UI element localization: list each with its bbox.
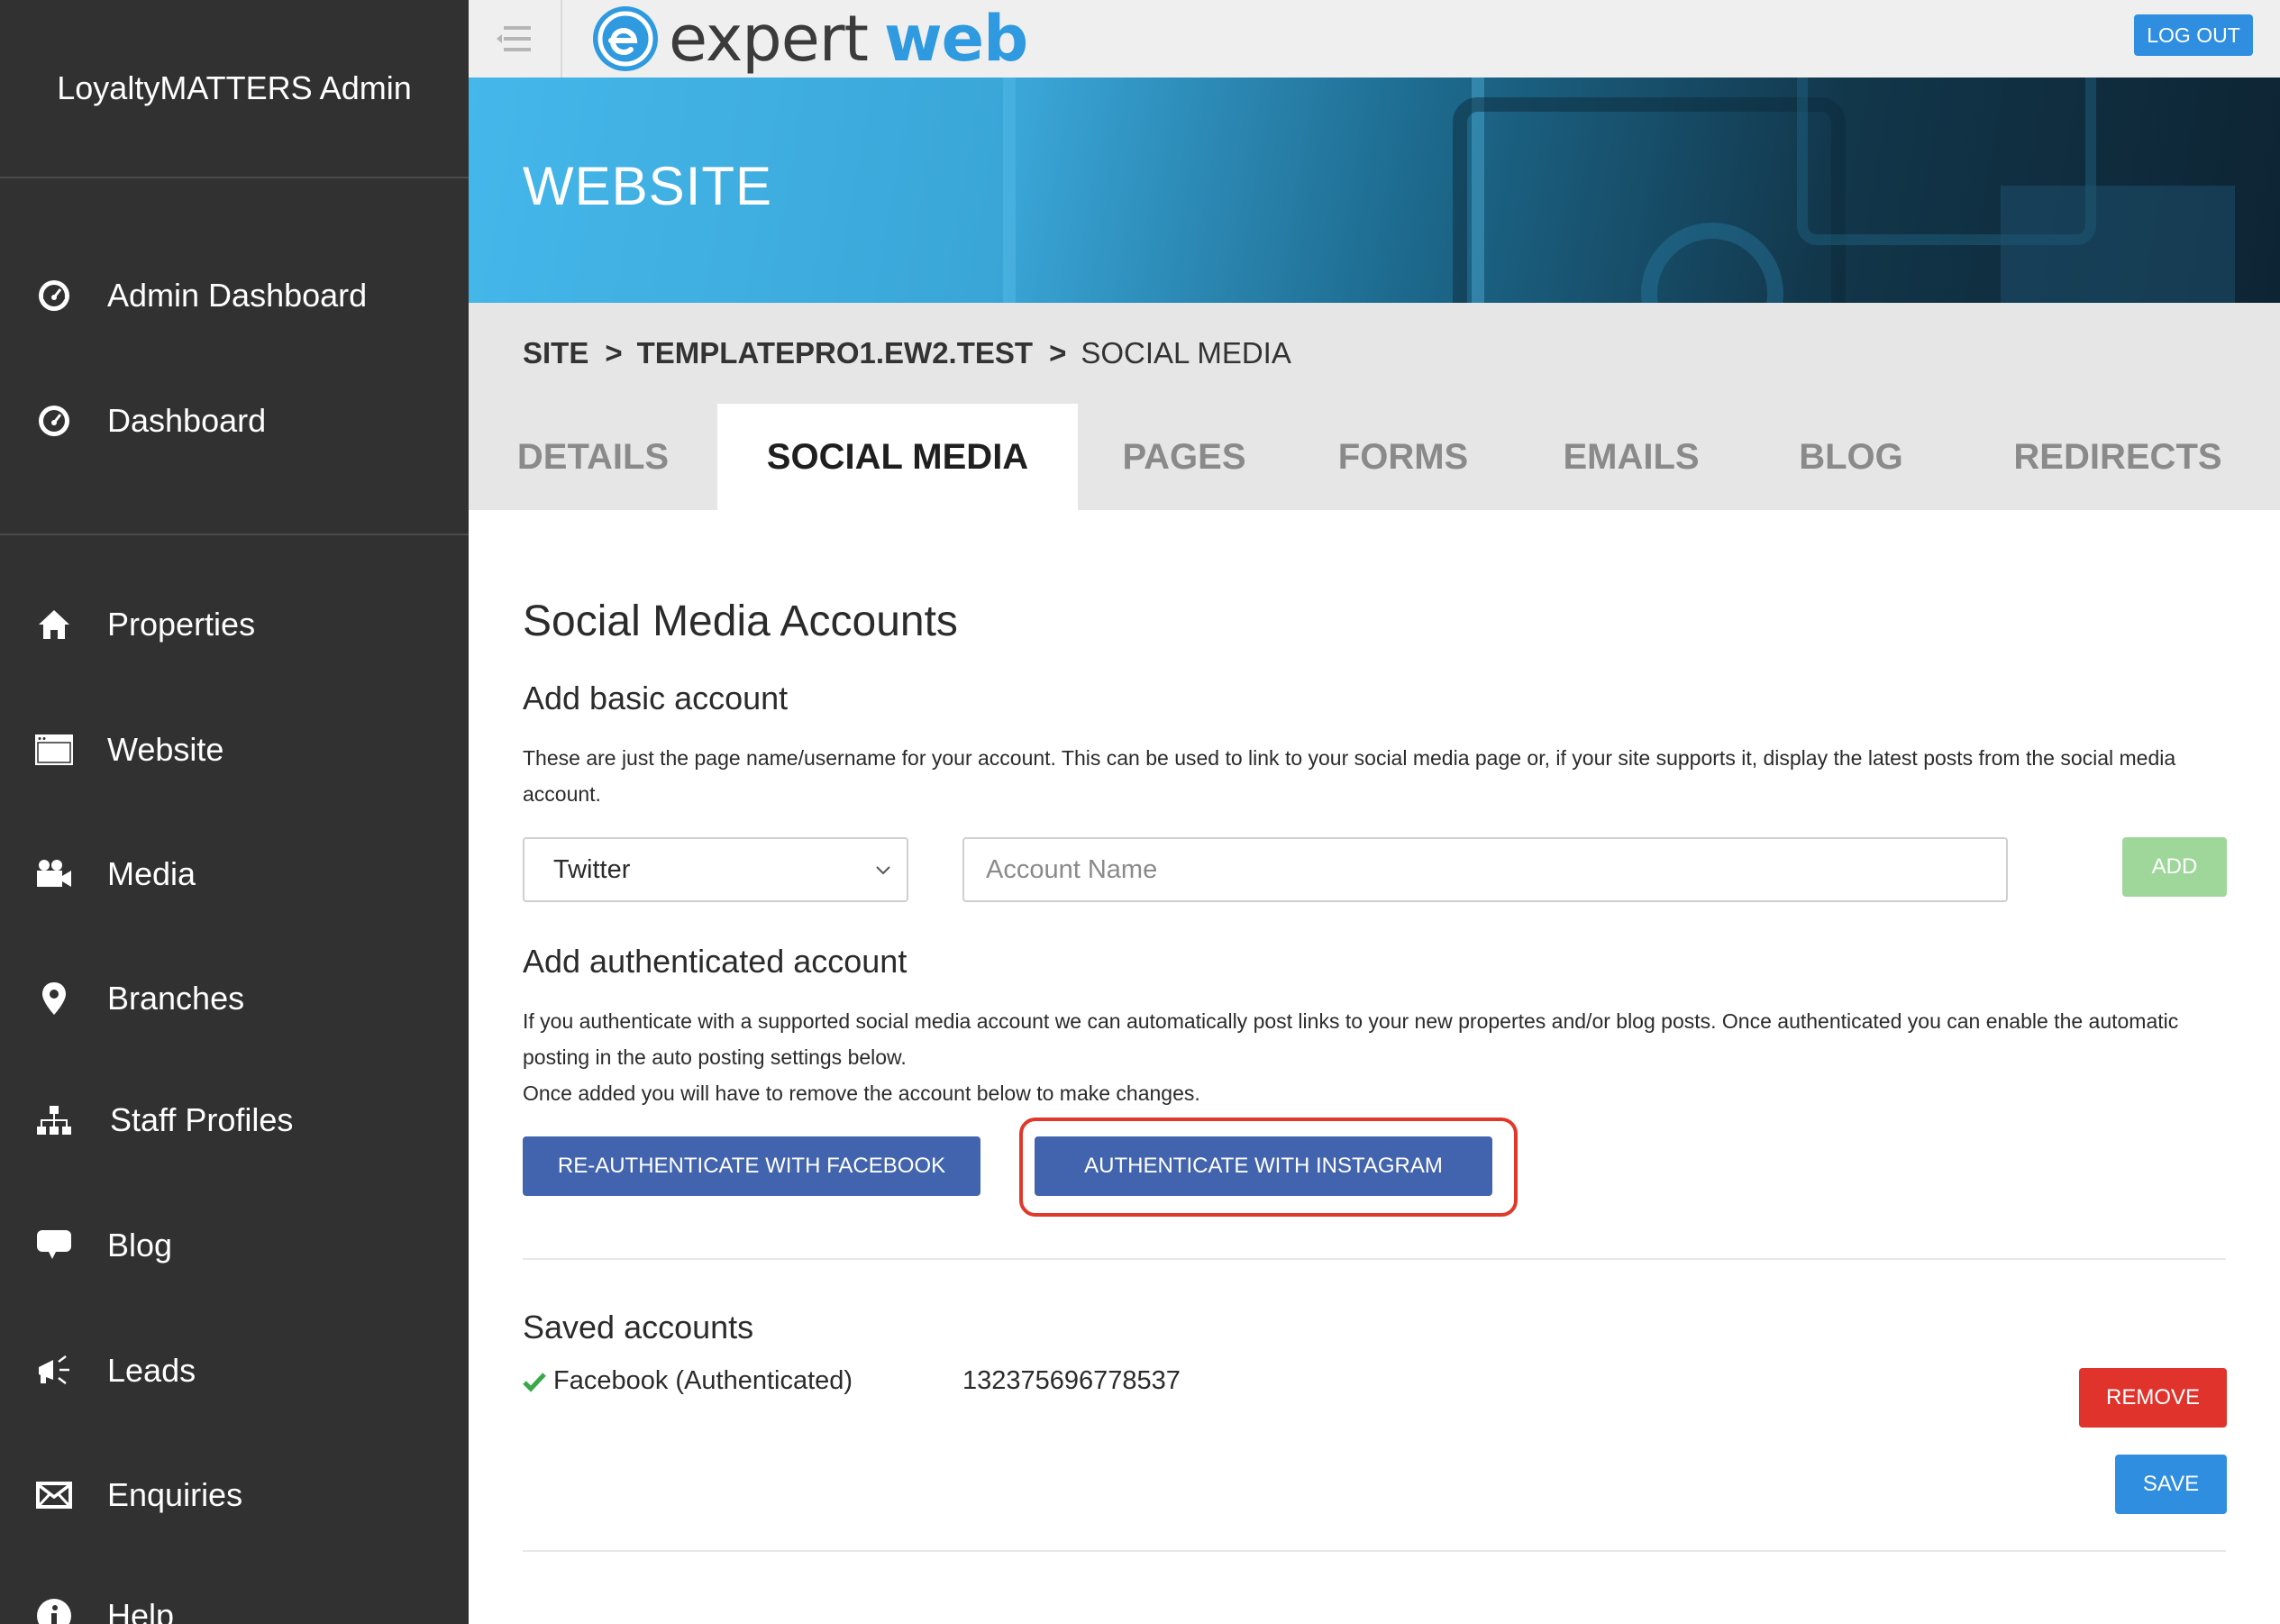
sidebar-brand: LoyaltyMATTERS Admin (0, 0, 469, 178)
breadcrumb-separator: > (1049, 336, 1067, 370)
authenticate-instagram-button[interactable]: AUTHENTICATE WITH INSTAGRAM (1035, 1136, 1492, 1196)
sidebar-item-staff-profiles[interactable]: Staff Profiles (0, 1080, 469, 1161)
network-select-value: Twitter (553, 854, 631, 884)
megaphone-icon (34, 1351, 74, 1391)
breadcrumb-site[interactable]: SITE (523, 336, 588, 370)
sidebar-item-dashboard[interactable]: Dashboard (0, 380, 469, 461)
sidebar-divider (0, 534, 469, 535)
map-pin-icon (34, 979, 74, 1018)
sidebar-item-label: Admin Dashboard (107, 277, 368, 314)
speech-bubble-icon (34, 1226, 74, 1265)
tab-forms[interactable]: FORMS (1290, 404, 1516, 510)
section-divider (523, 1258, 2226, 1260)
save-button[interactable]: SAVE (2115, 1455, 2227, 1514)
saved-account-name: Facebook (Authenticated) (553, 1366, 853, 1395)
saved-accounts-heading: Saved accounts (523, 1309, 754, 1346)
sidebar-item-label: Leads (107, 1352, 196, 1389)
logo-mark-icon (593, 6, 658, 71)
tab-blog[interactable]: BLOG (1746, 404, 1956, 510)
page-hero: WEBSITE (469, 78, 2280, 303)
video-camera-icon (34, 854, 74, 894)
sidebar-item-help[interactable]: Help (0, 1575, 469, 1624)
tab-details[interactable]: DETAILS (469, 404, 717, 510)
authenticated-account-heading: Add authenticated account (523, 943, 907, 980)
breadcrumb-domain[interactable]: TEMPLATEPRO1.EW2.TEST (637, 336, 1033, 370)
sidebar-item-label: Branches (107, 980, 245, 1017)
expertweb-logo: expert web (591, 2, 1028, 76)
browser-window-icon (34, 730, 74, 770)
page-title: WEBSITE (523, 156, 773, 216)
sidebar-item-label: Blog (107, 1227, 173, 1264)
saved-account-id: 132375696778537 (962, 1366, 1181, 1395)
section-divider (523, 1550, 2226, 1552)
sidebar-item-properties[interactable]: Properties (0, 584, 469, 665)
basic-account-heading: Add basic account (523, 680, 789, 716)
sidebar-item-label: Media (107, 855, 196, 892)
sidebar-item-media[interactable]: Media (0, 834, 469, 915)
logo-word-expert: expert (669, 2, 869, 76)
envelope-icon (34, 1475, 74, 1515)
logout-button[interactable]: LOG OUT (2134, 14, 2253, 56)
sidebar-item-website[interactable]: Website (0, 709, 469, 790)
authenticated-account-note: Once added you will have to remove the a… (523, 1081, 1200, 1105)
sidebar-item-branches[interactable]: Branches (0, 958, 469, 1039)
info-icon (34, 1596, 74, 1624)
sidebar-item-leads[interactable]: Leads (0, 1330, 469, 1411)
home-icon (34, 605, 74, 644)
add-account-button[interactable]: ADD (2122, 837, 2227, 897)
breadcrumb-current: SOCIAL MEDIA (1081, 336, 1291, 370)
sidebar-item-blog[interactable]: Blog (0, 1205, 469, 1286)
basic-account-description: These are just the page name/username fo… (523, 746, 2176, 806)
authenticated-account-description: If you authenticate with a supported soc… (523, 1009, 2179, 1069)
tab-redirects[interactable]: REDIRECTS (1956, 404, 2280, 510)
sidebar-item-label: Staff Profiles (110, 1101, 294, 1138)
account-name-input[interactable] (962, 837, 2008, 902)
logo-word-web: web (884, 2, 1028, 76)
sidebar-item-enquiries[interactable]: Enquiries (0, 1455, 469, 1536)
hamburger-icon (497, 26, 531, 51)
top-bar: expert web LOG OUT (469, 0, 2280, 78)
tab-bar: DETAILS SOCIAL MEDIA PAGES FORMS EMAILS … (469, 404, 2280, 510)
org-chart-icon (34, 1100, 74, 1140)
section-title: Social Media Accounts (523, 598, 958, 645)
saved-account-row: Facebook (Authenticated) (523, 1366, 853, 1396)
breadcrumb: SITE > TEMPLATEPRO1.EW2.TEST > SOCIAL ME… (469, 303, 2280, 404)
network-select[interactable]: Twitter (523, 837, 908, 902)
sidebar-item-admin-dashboard[interactable]: Admin Dashboard (0, 255, 469, 336)
menu-toggle-button[interactable] (469, 0, 562, 78)
dashboard-gauge-icon (34, 276, 74, 315)
sidebar-item-label: Website (107, 731, 224, 768)
dashboard-gauge-icon (34, 401, 74, 441)
check-icon (523, 1372, 546, 1392)
remove-account-button[interactable]: REMOVE (2079, 1368, 2227, 1428)
sidebar: LoyaltyMATTERS Admin Admin Dashboard Das… (0, 0, 469, 1624)
sidebar-item-label: Enquiries (107, 1476, 243, 1513)
tab-emails[interactable]: EMAILS (1516, 404, 1746, 510)
tab-social-media[interactable]: SOCIAL MEDIA (717, 404, 1078, 510)
sidebar-item-label: Dashboard (107, 402, 267, 439)
sidebar-item-label: Help (107, 1597, 175, 1624)
tab-pages[interactable]: PAGES (1078, 404, 1290, 510)
sidebar-item-label: Properties (107, 606, 256, 643)
reauthenticate-facebook-button[interactable]: RE-AUTHENTICATE WITH FACEBOOK (523, 1136, 980, 1196)
breadcrumb-separator: > (605, 336, 623, 370)
chevron-down-icon (876, 866, 890, 875)
